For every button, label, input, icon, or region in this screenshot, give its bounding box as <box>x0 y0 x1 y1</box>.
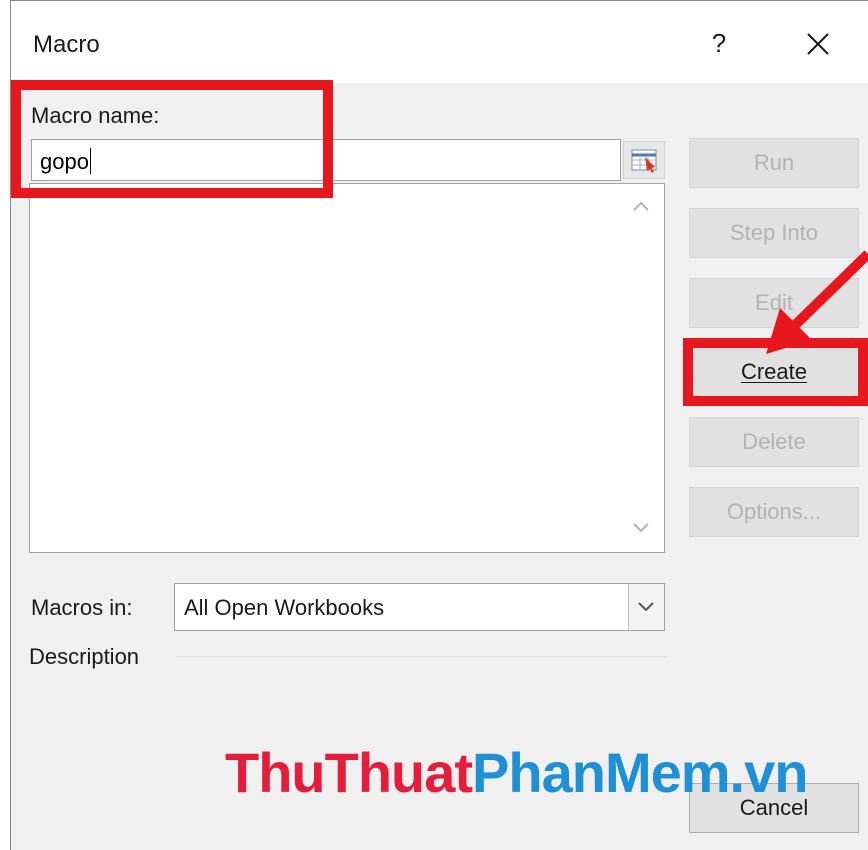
pointer-arrow-icon <box>766 250 868 354</box>
dialog-title: Macro <box>33 31 100 58</box>
help-button[interactable]: ? <box>704 25 734 61</box>
close-icon[interactable] <box>802 28 834 60</box>
macros-in-select[interactable]: All Open Workbooks <box>174 583 665 631</box>
description-label: Description <box>29 644 140 669</box>
watermark-part1: ThuThuat <box>225 741 473 804</box>
watermark: ThuThuatPhanMem.vn <box>225 740 809 805</box>
range-select-icon[interactable] <box>623 141 665 179</box>
macros-in-value: All Open Workbooks <box>184 595 385 620</box>
macros-in-label: Macros in: <box>31 595 133 620</box>
delete-button[interactable]: Delete <box>689 417 859 467</box>
description-divider <box>176 656 665 657</box>
scroll-up-icon[interactable] <box>630 198 652 214</box>
watermark-part2: PhanMem <box>472 741 730 804</box>
run-button[interactable]: Run <box>689 138 859 188</box>
macro-list[interactable] <box>29 183 665 553</box>
scroll-down-icon[interactable] <box>630 520 652 536</box>
title-bar: Macro ? <box>11 1 868 83</box>
chevron-down-icon[interactable] <box>628 584 664 630</box>
options-button[interactable]: Options... <box>689 487 859 537</box>
watermark-part3: .vn <box>729 741 809 804</box>
macro-name-highlight <box>11 80 333 198</box>
